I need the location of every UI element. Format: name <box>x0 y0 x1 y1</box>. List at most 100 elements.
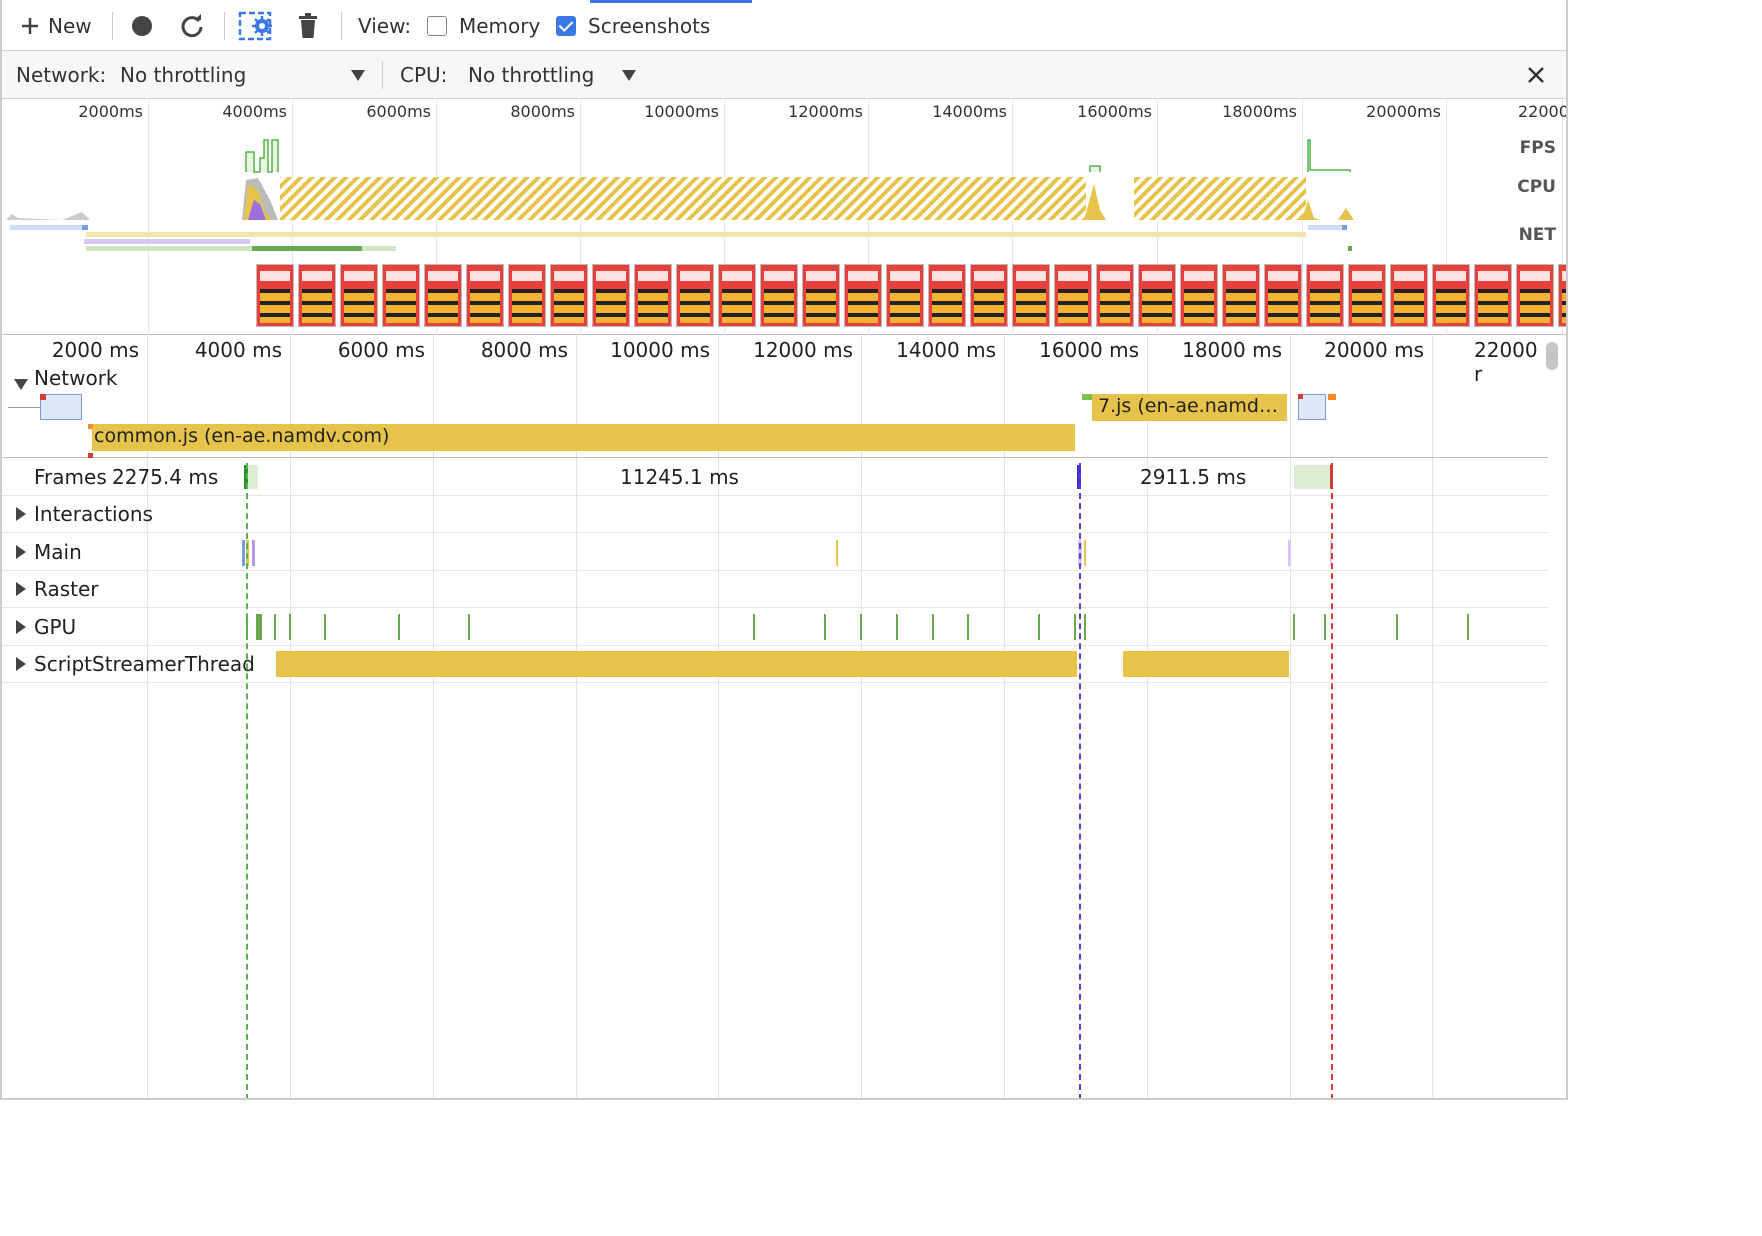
screenshot-thumbnail[interactable] <box>676 264 714 327</box>
screenshot-thumbnail[interactable] <box>340 264 378 327</box>
screenshot-thumbnail[interactable] <box>1138 264 1176 327</box>
trash-icon <box>299 12 317 38</box>
gpu-task[interactable] <box>1396 614 1398 640</box>
network-throttle-select[interactable]: No throttling <box>120 51 365 99</box>
toolbar-divider <box>341 12 342 40</box>
screenshot-thumbnail[interactable] <box>886 264 924 327</box>
request-marker <box>88 424 93 429</box>
gpu-task[interactable] <box>753 614 755 640</box>
expand-triangle-icon[interactable] <box>16 507 26 521</box>
track-interactions[interactable]: Interactions <box>2 496 1548 533</box>
flame-tick-label: 16000 ms <box>1039 338 1139 362</box>
network-request-bar[interactable] <box>40 394 82 420</box>
new-recording-button[interactable]: New <box>20 0 92 51</box>
track-label: ScriptStreamerThread <box>34 652 255 676</box>
frame-duration: 2275.4 ms <box>112 465 219 489</box>
network-request-7-js[interactable]: 7.js (en-ae.namd… <box>1092 394 1287 421</box>
throttling-bar: Network: No throttling CPU: No throttlin… <box>2 51 1566 99</box>
throttle-divider <box>382 61 383 89</box>
expand-triangle-icon[interactable] <box>16 544 26 559</box>
cpu-throttle-select[interactable]: No throttling <box>468 51 636 99</box>
screenshot-thumbnail[interactable] <box>634 264 672 327</box>
screenshot-thumbnail[interactable] <box>382 264 420 327</box>
screenshot-thumbnail[interactable] <box>1432 264 1470 327</box>
gpu-task[interactable] <box>896 614 898 640</box>
gpu-task[interactable] <box>860 614 862 640</box>
network-request-common-js[interactable]: common.js (en-ae.namdv.com) <box>92 424 1075 451</box>
screenshot-thumbnail[interactable] <box>760 264 798 327</box>
screenshot-thumbnail[interactable] <box>1096 264 1134 327</box>
request-marker <box>40 394 46 400</box>
collapse-triangle-icon[interactable] <box>14 379 28 390</box>
track-main[interactable]: Main <box>2 534 1548 571</box>
gpu-task[interactable] <box>398 614 400 640</box>
gpu-task[interactable] <box>967 614 969 640</box>
gpu-task[interactable] <box>932 614 934 640</box>
screenshot-thumbnail[interactable] <box>550 264 588 327</box>
screenshot-thumbnail[interactable] <box>1264 264 1302 327</box>
screenshot-thumbnail[interactable] <box>1222 264 1260 327</box>
gpu-task[interactable] <box>324 614 326 640</box>
gpu-task[interactable] <box>1074 614 1076 640</box>
script-compile-block[interactable] <box>1123 651 1289 677</box>
screenshot-thumbnail[interactable] <box>508 264 546 327</box>
record-button[interactable] <box>130 0 154 51</box>
gpu-task[interactable] <box>1324 614 1326 640</box>
screenshot-thumbnail[interactable] <box>1348 264 1386 327</box>
flame-tick-label: 14000 ms <box>896 338 996 362</box>
screenshot-thumbnail[interactable] <box>466 264 504 327</box>
network-throttle-value: No throttling <box>120 63 247 87</box>
script-compile-block[interactable] <box>276 651 1077 677</box>
close-icon <box>1528 67 1544 83</box>
gpu-task[interactable] <box>274 614 276 640</box>
frames-track[interactable]: Frames 2275.4 ms 11245.1 ms 2911.5 ms <box>2 459 1548 496</box>
screenshot-thumbnail[interactable] <box>592 264 630 327</box>
reload-record-button[interactable] <box>179 0 205 51</box>
gpu-task[interactable] <box>468 614 470 640</box>
gpu-task[interactable] <box>1293 614 1295 640</box>
capture-settings-button[interactable] <box>238 0 276 51</box>
screenshot-thumbnail[interactable] <box>1390 264 1428 327</box>
track-gpu[interactable]: GPU <box>2 609 1548 646</box>
clear-button[interactable] <box>298 0 318 51</box>
screenshot-thumbnail[interactable] <box>1012 264 1050 327</box>
gpu-task[interactable] <box>258 614 260 640</box>
gpu-task[interactable] <box>289 614 291 640</box>
screenshot-thumbnail[interactable] <box>970 264 1008 327</box>
expand-triangle-icon[interactable] <box>16 657 26 671</box>
flame-tick-label: 6000 ms <box>337 338 425 362</box>
cpu-throttle-label: CPU: <box>400 63 448 87</box>
gpu-task[interactable] <box>1467 614 1469 640</box>
screenshot-thumbnail[interactable] <box>928 264 966 327</box>
frame-block[interactable] <box>1294 465 1332 489</box>
gpu-task[interactable] <box>824 614 826 640</box>
close-settings-button[interactable] <box>1526 51 1546 99</box>
screenshots-toggle[interactable]: Screenshots <box>556 0 710 51</box>
screenshot-thumbnail[interactable] <box>1180 264 1218 327</box>
screenshot-thumbnail[interactable] <box>844 264 882 327</box>
screenshot-thumbnail[interactable] <box>1306 264 1344 327</box>
screenshot-thumbnail[interactable] <box>718 264 756 327</box>
frame-duration: 11245.1 ms <box>620 465 739 489</box>
screenshot-thumbnail[interactable] <box>298 264 336 327</box>
screenshot-thumbnail[interactable] <box>424 264 462 327</box>
track-raster[interactable]: Raster <box>2 571 1548 608</box>
request-label: common.js (en-ae.namdv.com) <box>94 425 390 447</box>
gpu-task[interactable] <box>1084 614 1086 640</box>
screenshots-checkbox[interactable] <box>556 15 576 36</box>
screenshot-thumbnail[interactable] <box>1474 264 1512 327</box>
memory-toggle[interactable]: Memory <box>427 0 540 51</box>
screenshot-thumbnail[interactable] <box>802 264 840 327</box>
expand-triangle-icon[interactable] <box>16 619 26 634</box>
timeline-overview[interactable]: 2000ms 4000ms 6000ms 8000ms 10000ms 12000ms 14… <box>2 100 1566 335</box>
memory-checkbox[interactable] <box>427 15 447 36</box>
expand-triangle-icon[interactable] <box>16 582 26 596</box>
frame-block[interactable] <box>248 465 258 489</box>
screenshot-thumbnail[interactable] <box>1558 264 1566 327</box>
screenshot-thumbnail[interactable] <box>1054 264 1092 327</box>
load-event-marker <box>1331 463 1333 1098</box>
screenshot-thumbnail[interactable] <box>256 264 294 327</box>
gpu-task[interactable] <box>1038 614 1040 640</box>
request-marker <box>1082 394 1092 400</box>
screenshot-thumbnail[interactable] <box>1516 264 1554 327</box>
